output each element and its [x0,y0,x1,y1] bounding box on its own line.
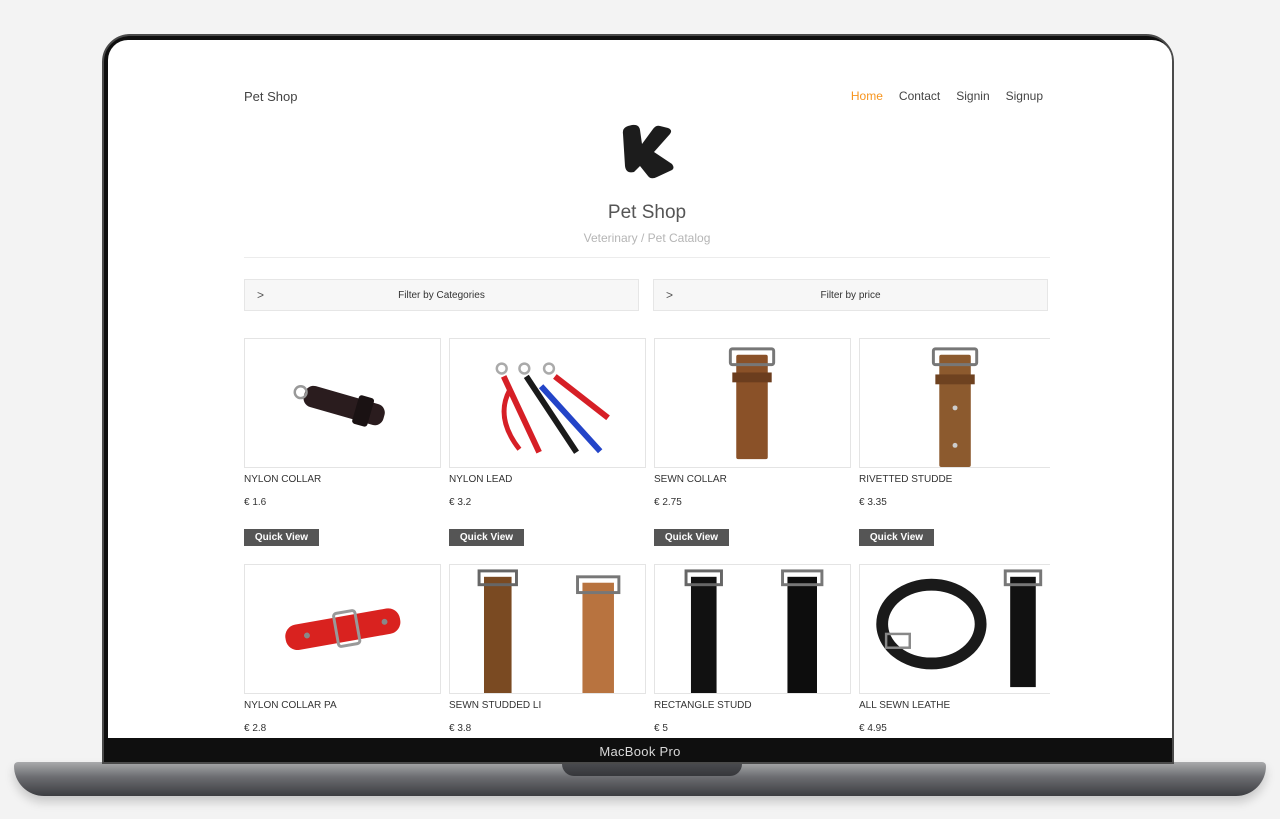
product-name: RECTANGLE STUDD [654,700,752,711]
product-price: € 2.8 [244,723,267,734]
product-name: RIVETTED STUDDE [859,474,953,485]
main-nav: Home Contact Signin Signup [851,89,1043,103]
product-image-brown-studded-collar[interactable] [859,338,1050,468]
product-image-black-nylon-collar[interactable] [244,338,441,468]
device-label: MacBook Pro [599,744,681,759]
product-name: SEWN STUDDED LI [449,700,542,711]
nav-contact[interactable]: Contact [899,89,940,103]
product-name: NYLON COLLAR PA [244,700,337,711]
shop-title: Pet Shop [607,202,687,223]
quick-view-button[interactable]: Quick View [244,529,319,546]
nav-home[interactable]: Home [851,89,883,103]
product-name: SEWN COLLAR [654,474,727,485]
product-price: € 3.2 [449,497,472,508]
product-name: ALL SEWN LEATHE [859,700,951,711]
product-price: € 3.8 [449,723,472,734]
nav-signup[interactable]: Signup [1006,89,1043,103]
product-image-two-black-studded-collars[interactable] [654,564,851,694]
product-grid: NYLON COLLAR € 1.6 Quick View NYLON LEAD… [244,338,1050,738]
quick-view-button[interactable]: Quick View [654,529,729,546]
browser-screen: Pet Shop Home Contact Signin Signup Pet … [108,40,1172,738]
product-price: € 4.95 [859,723,887,734]
laptop-notch [562,762,742,776]
product-price: € 5 [654,723,668,734]
shop-subtitle: Veterinary / Pet Catalog [583,231,711,245]
k-logo-icon [620,120,674,180]
site-brand[interactable]: Pet Shop [244,89,298,104]
product-image-nylon-leads[interactable] [449,338,646,468]
product-image-two-brown-studded-collars[interactable] [449,564,646,694]
filter-price-toggle[interactable]: > Filter by price [653,279,1048,311]
product-image-black-leather-collars[interactable] [859,564,1050,694]
header-divider [244,257,1050,258]
quick-view-button[interactable]: Quick View [859,529,934,546]
product-name: NYLON LEAD [449,474,513,485]
laptop-base [14,762,1266,796]
product-name: NYLON COLLAR [244,474,322,485]
product-price: € 3.35 [859,497,887,508]
filter-categories-label: Filter by Categories [398,290,485,301]
product-image-brown-leather-collar[interactable] [654,338,851,468]
filter-categories-toggle[interactable]: > Filter by Categories [244,279,639,311]
quick-view-button[interactable]: Quick View [449,529,524,546]
nav-signin[interactable]: Signin [956,89,989,103]
product-price: € 1.6 [244,497,267,508]
filter-price-label: Filter by price [820,290,881,301]
product-image-red-padded-collar[interactable] [244,564,441,694]
product-price: € 2.75 [654,497,682,508]
